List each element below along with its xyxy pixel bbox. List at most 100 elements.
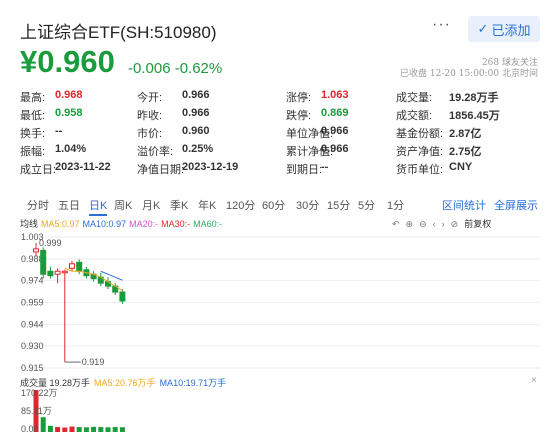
stat-label: 今开:	[137, 92, 163, 104]
stat-label: 溢价率:	[137, 146, 174, 158]
current-price: ¥0.960	[20, 44, 115, 79]
stat-label: 成交量:	[396, 92, 433, 104]
period-tab[interactable]: 1分	[387, 197, 404, 213]
stat-value: 1856.45万	[449, 110, 500, 122]
volume-bar	[55, 427, 61, 432]
candle-body	[40, 249, 47, 275]
stat-value: 2.87亿	[449, 128, 482, 140]
stat-value: 0.968	[55, 89, 83, 101]
stat-label: 最高:	[20, 92, 46, 104]
volume-tick-label: 85.11万	[21, 406, 52, 416]
stat-value: 2.75亿	[449, 146, 482, 158]
high-label: 0.999	[39, 238, 62, 248]
stat-item: 今开: 0.966	[137, 89, 210, 105]
fullscreen-link[interactable]: 全屏展示	[494, 197, 538, 213]
follower-info: 268 球友关注 已收盘 12-20 15:00:00 北京时间	[400, 58, 538, 80]
volume-bar	[62, 427, 68, 432]
candle-body	[54, 270, 61, 275]
volume-chart[interactable]: 170.22万 85.11万 0.00	[0, 386, 550, 434]
stat-label: 基金份额:	[396, 128, 444, 140]
period-tab[interactable]: 年K	[198, 197, 216, 213]
stat-item: 累计净值: 0.966	[286, 143, 349, 159]
stat-item: 最低: 0.958	[20, 107, 83, 123]
stat-item: 最高: 0.968	[20, 89, 83, 105]
stat-value: 0.958	[55, 107, 83, 119]
stat-label: 振幅:	[20, 146, 46, 158]
stat-value: 0.966	[182, 89, 210, 101]
volume-bar	[40, 417, 46, 432]
period-tab[interactable]: 季K	[170, 197, 188, 213]
stat-value: 0.25%	[182, 143, 214, 155]
check-icon: ✓	[477, 21, 489, 36]
stat-value: 1.04%	[55, 143, 87, 155]
stat-label: 换手:	[20, 128, 46, 140]
stat-value: --	[321, 161, 329, 173]
stat-label: 昨收:	[137, 110, 163, 122]
candle-body	[61, 270, 68, 274]
volume-tick-label: 0.00	[21, 424, 39, 434]
period-tab[interactable]: 月K	[142, 197, 160, 213]
stat-item: 基金份额: 2.87亿	[396, 125, 481, 141]
y-tick-label: 0.944	[21, 319, 44, 329]
stat-value: CNY	[449, 161, 473, 173]
stat-item: 溢价率: 0.25%	[137, 143, 213, 159]
stat-item: 市价: 0.960	[137, 125, 210, 141]
period-tab[interactable]: 60分	[262, 197, 285, 213]
stat-item: 跌停: 0.869	[286, 107, 349, 123]
stat-value: 19.28万手	[449, 92, 499, 104]
stat-label: 净值日期:	[137, 164, 185, 176]
volume-bar	[76, 427, 82, 432]
volume-bar	[69, 426, 75, 432]
volume-bar	[105, 427, 111, 432]
range-stats-link[interactable]: 区间统计	[442, 197, 486, 213]
volume-bar	[83, 427, 89, 432]
more-menu-button[interactable]: ···	[432, 16, 451, 34]
stat-item: 成交额: 1856.45万	[396, 107, 500, 123]
stat-item: 昨收: 0.966	[137, 107, 210, 123]
stat-item: 成立日: 2023-11-22	[20, 161, 111, 177]
stat-value: 0.966	[182, 107, 210, 119]
stat-label: 到期日:	[286, 164, 323, 176]
candle-body	[119, 291, 126, 302]
candlestick-chart[interactable]: 1.0030.9880.9740.9590.9440.9300.9150.999…	[0, 228, 550, 373]
stat-label: 资产净值:	[396, 146, 444, 158]
candle-body	[76, 261, 83, 272]
period-tab[interactable]: 分时	[27, 197, 49, 213]
period-tab[interactable]: 日K	[89, 197, 108, 216]
period-tab[interactable]: 五日	[58, 197, 80, 213]
stat-label: 最低:	[20, 110, 46, 122]
stat-label: 涨停:	[286, 92, 312, 104]
y-tick-label: 0.974	[21, 276, 44, 286]
stat-label: 成交额:	[396, 110, 433, 122]
stat-item: 净值日期: 2023-12-19	[137, 161, 238, 177]
candle-body	[69, 263, 75, 269]
stat-value: 0.960	[182, 125, 210, 137]
stat-item: 涨停: 1.063	[286, 89, 349, 105]
stat-label: 货币单位:	[396, 164, 444, 176]
added-watchlist-button[interactable]: ✓ 已添加	[468, 16, 540, 42]
stat-item: 到期日: --	[286, 161, 328, 177]
stat-value: 0.966	[321, 125, 349, 137]
period-tab[interactable]: 15分	[327, 197, 350, 213]
y-tick-label: 0.915	[21, 363, 44, 373]
price-change: -0.006 -0.62%	[128, 60, 223, 77]
stat-item: 单位净值: 0.966	[286, 125, 349, 141]
stat-label: 市价:	[137, 128, 163, 140]
stat-item: 货币单位: CNY	[396, 161, 472, 177]
candle-body	[33, 248, 39, 253]
stat-item: 换手: --	[20, 125, 62, 141]
close-icon[interactable]: ×	[531, 375, 537, 386]
y-tick-label: 0.988	[21, 254, 44, 264]
period-tab[interactable]: 30分	[296, 197, 319, 213]
stat-value: 2023-12-19	[182, 161, 239, 173]
period-tab[interactable]: 120分	[226, 197, 255, 213]
stat-value: 0.966	[321, 143, 349, 155]
stat-label: 成立日:	[20, 164, 57, 176]
stock-title: 上证综合ETF(SH:510980)	[20, 23, 217, 42]
close-time: 已收盘 12-20 15:00:00 北京时间	[400, 69, 538, 79]
period-tab[interactable]: 5分	[358, 197, 375, 213]
stat-item: 振幅: 1.04%	[20, 143, 86, 159]
period-tab[interactable]: 周K	[114, 197, 132, 213]
volume-bar	[98, 427, 104, 432]
volume-bar	[119, 427, 125, 432]
